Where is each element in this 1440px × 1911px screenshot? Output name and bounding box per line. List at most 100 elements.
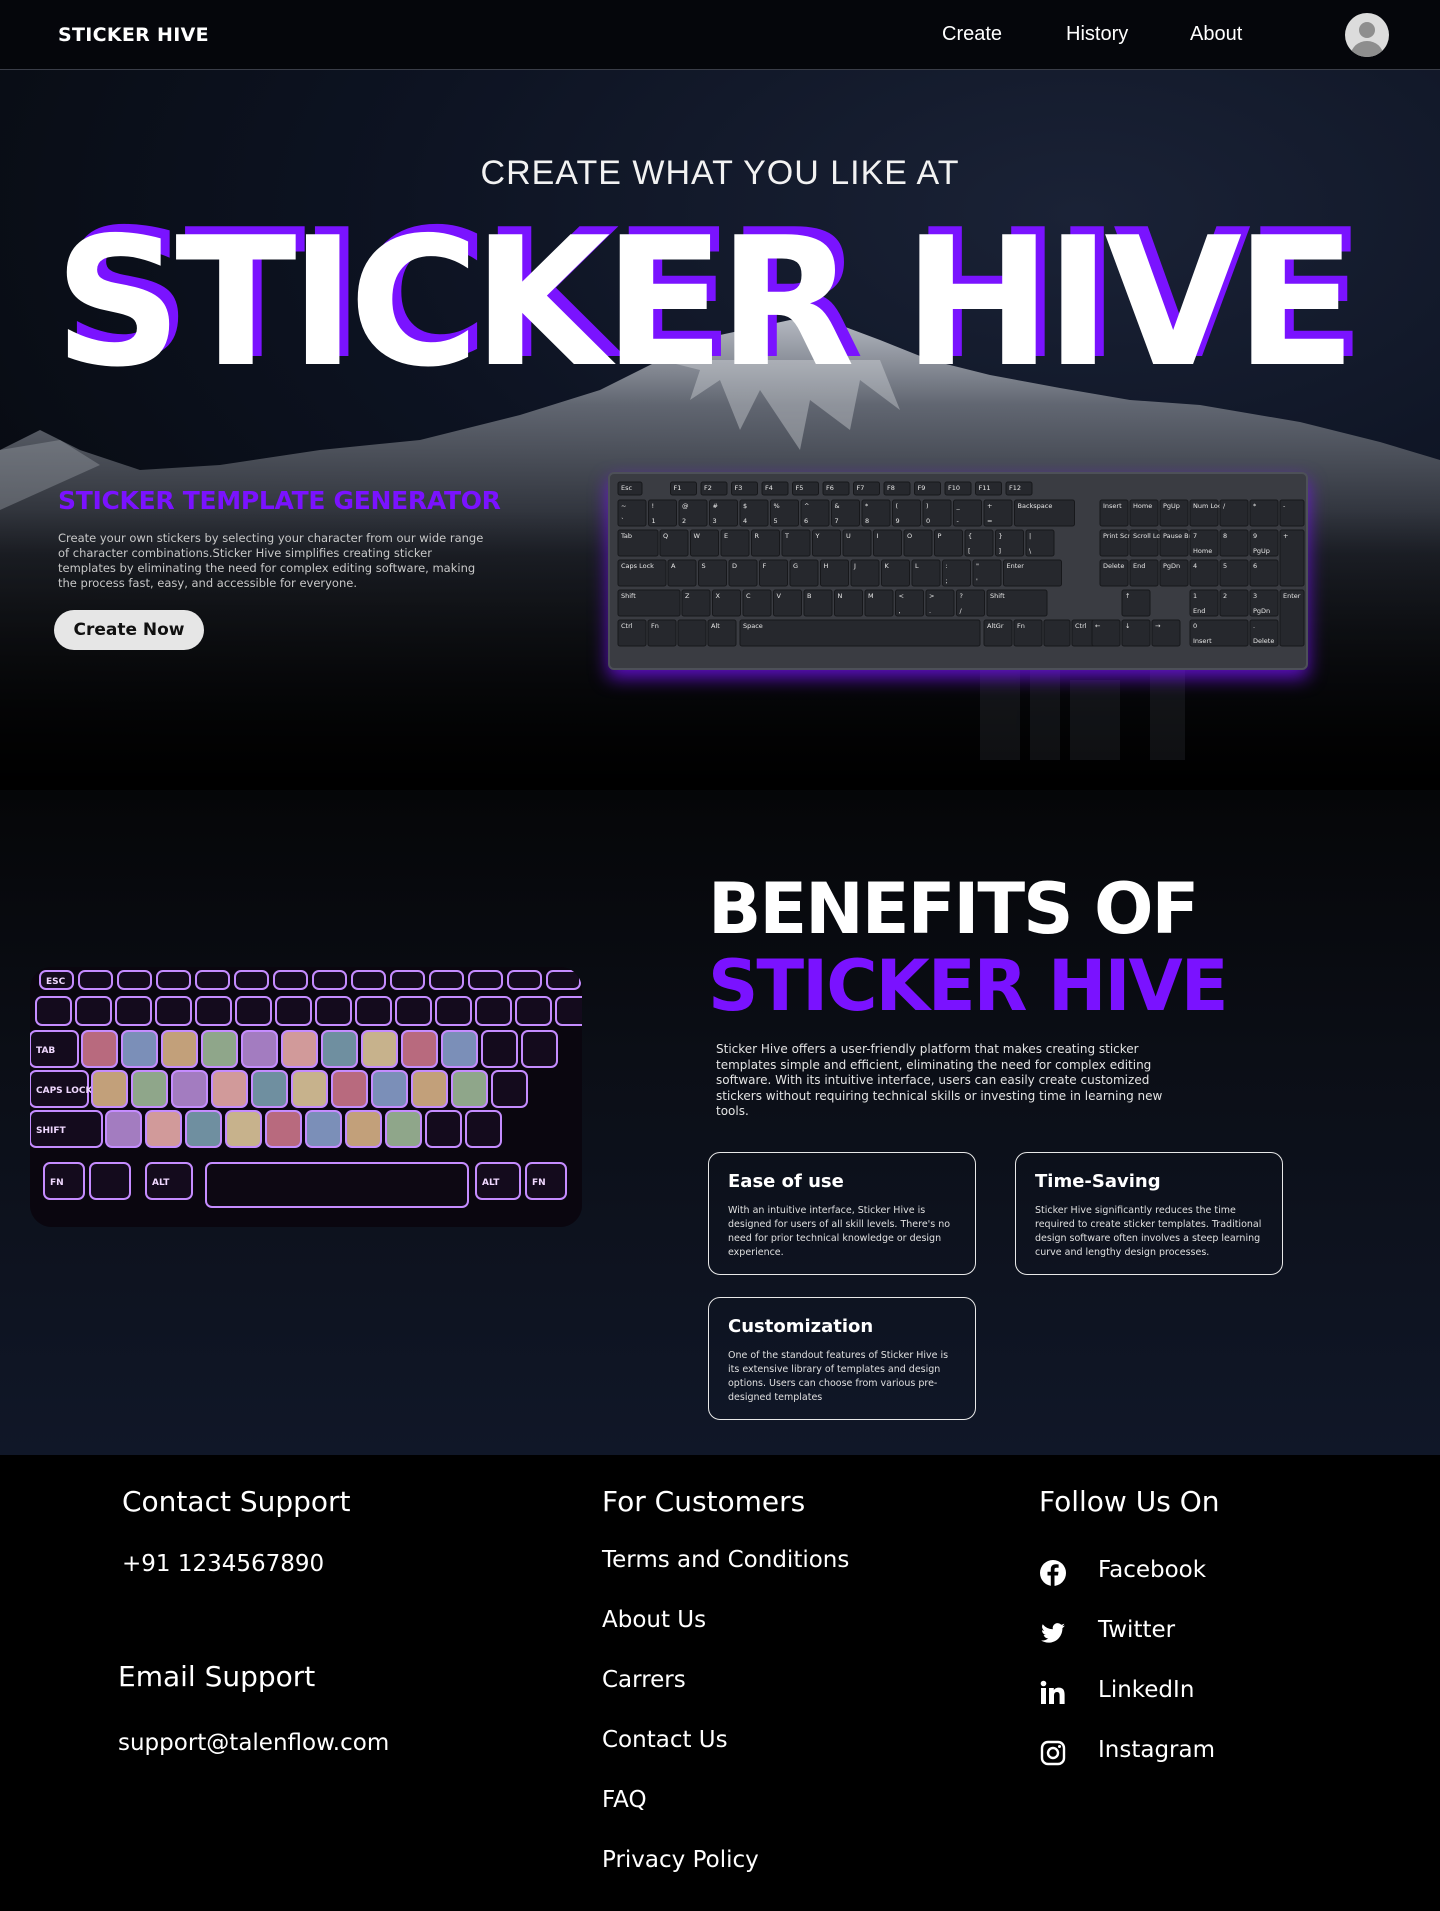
nav-link-create[interactable]: Create bbox=[942, 23, 1002, 46]
svg-text:Fn: Fn bbox=[1017, 622, 1025, 630]
keyboard-key: AltGr bbox=[983, 619, 1013, 647]
keyboard-key: 2 bbox=[1219, 589, 1249, 617]
footer-link-careers[interactable]: Carrers bbox=[602, 1667, 686, 1693]
backlit-key bbox=[115, 996, 152, 1026]
backlit-key bbox=[507, 970, 542, 990]
svg-text:FN: FN bbox=[50, 1178, 64, 1188]
svg-text:G: G bbox=[793, 562, 798, 570]
backlit-key bbox=[361, 1030, 398, 1068]
keyboard-key: <, bbox=[895, 589, 924, 617]
backlit-key bbox=[117, 970, 152, 990]
create-now-button[interactable]: Create Now bbox=[54, 610, 204, 650]
keyboard-key: Shift bbox=[986, 589, 1048, 617]
svg-text:Fn: Fn bbox=[651, 622, 659, 630]
backlit-key bbox=[155, 996, 192, 1026]
svg-text:Ctrl: Ctrl bbox=[621, 622, 633, 630]
facebook-icon bbox=[1040, 1560, 1066, 1586]
backlit-key bbox=[555, 996, 582, 1026]
footer: Contact Support +91 1234567890 Email Sup… bbox=[0, 1455, 1440, 1911]
svg-text:Enter: Enter bbox=[1007, 562, 1025, 570]
svg-text:→: → bbox=[1155, 622, 1161, 630]
social-label: Instagram bbox=[1098, 1737, 1216, 1763]
keyboard-key: 7 Home bbox=[1189, 529, 1219, 557]
instagram-icon bbox=[1040, 1740, 1066, 1766]
svg-text:Enter: Enter bbox=[1283, 592, 1301, 600]
svg-text:F6: F6 bbox=[826, 484, 834, 492]
benefits-description: Sticker Hive offers a user-friendly plat… bbox=[716, 1042, 1163, 1118]
svg-text:Alt: Alt bbox=[711, 622, 720, 630]
footer-link-about-us[interactable]: About Us bbox=[602, 1607, 706, 1633]
keyboard-key: F12 bbox=[1005, 481, 1033, 496]
backlit-key bbox=[131, 1070, 168, 1108]
keyboard-key: {[ bbox=[964, 529, 994, 557]
svg-text:B: B bbox=[807, 592, 811, 600]
backlit-key bbox=[435, 996, 472, 1026]
keyboard-key: Fn bbox=[647, 619, 677, 647]
support-phone[interactable]: +91 1234567890 bbox=[122, 1551, 324, 1577]
backlit-key bbox=[201, 1030, 238, 1068]
keyboard-key: Delete bbox=[1099, 559, 1129, 587]
svg-text::: : bbox=[946, 562, 948, 570]
nav-link-history[interactable]: History bbox=[1066, 23, 1128, 46]
keyboard-key: PgDn bbox=[1159, 559, 1189, 587]
keyboard-key: U bbox=[842, 529, 872, 557]
backlit-key bbox=[441, 1030, 478, 1068]
backlit-key bbox=[161, 1030, 198, 1068]
benefit-card-customization: Customization One of the standout featur… bbox=[708, 1297, 976, 1420]
keyboard-key: Enter bbox=[1279, 589, 1305, 647]
backlit-key bbox=[345, 1110, 382, 1148]
backlit-key bbox=[89, 1162, 131, 1200]
svg-text:F8: F8 bbox=[887, 484, 895, 492]
footer-link-privacy-policy[interactable]: Privacy Policy bbox=[602, 1847, 759, 1873]
keyboard-key: !1 bbox=[648, 499, 677, 527]
keyboard-key: D bbox=[728, 559, 758, 587]
benefit-card-time-saving: Time-Saving Sticker Hive significantly r… bbox=[1015, 1152, 1283, 1275]
keyboard-key: H bbox=[820, 559, 849, 587]
keyboard-key: *8 bbox=[861, 499, 891, 527]
keyboard-key: #3 bbox=[709, 499, 738, 527]
svg-text:F10: F10 bbox=[948, 484, 960, 492]
keyboard-key: K bbox=[881, 559, 910, 587]
svg-text:Q: Q bbox=[663, 532, 668, 540]
svg-text:F5: F5 bbox=[796, 484, 804, 492]
backlit-key bbox=[185, 1110, 222, 1148]
nav-link-about[interactable]: About bbox=[1190, 23, 1242, 46]
support-email[interactable]: support@talenflow.com bbox=[118, 1730, 389, 1756]
svg-text:2: 2 bbox=[1223, 592, 1227, 600]
svg-text:End: End bbox=[1193, 607, 1205, 615]
footer-link-faq[interactable]: FAQ bbox=[602, 1787, 647, 1813]
keyboard-key: F7 bbox=[853, 481, 880, 496]
backlit-key: SHIFT bbox=[30, 1110, 103, 1148]
svg-text:R: R bbox=[755, 532, 760, 540]
backlit-key bbox=[235, 996, 272, 1026]
user-avatar-icon[interactable] bbox=[1345, 13, 1389, 57]
backlit-key bbox=[331, 1070, 368, 1108]
svg-text:C: C bbox=[746, 592, 751, 600]
keyboard-key: O bbox=[903, 529, 933, 557]
backlit-key bbox=[105, 1110, 142, 1148]
svg-text:F4: F4 bbox=[765, 484, 773, 492]
keyboard-key: Ctrl bbox=[617, 619, 647, 647]
svg-text:{: { bbox=[968, 532, 972, 540]
svg-text:Home: Home bbox=[1133, 502, 1152, 510]
keyboard-key: I bbox=[873, 529, 902, 557]
keyboard-key: V bbox=[773, 589, 802, 617]
backlit-key bbox=[481, 1030, 518, 1068]
card-text: Sticker Hive significantly reduces the t… bbox=[1035, 1205, 1262, 1258]
svg-text:F: F bbox=[763, 562, 767, 570]
keyboard-key: Q bbox=[659, 529, 689, 557]
keyboard-key: F3 bbox=[731, 481, 758, 496]
backlit-key bbox=[475, 996, 512, 1026]
keyboard-key: - bbox=[1279, 499, 1305, 527]
footer-link-contact-us[interactable]: Contact Us bbox=[602, 1727, 728, 1753]
site-logo[interactable]: STICKER HIVE bbox=[58, 24, 209, 46]
keyboard-key: )0 bbox=[922, 499, 952, 527]
keyboard-key: / bbox=[1219, 499, 1249, 527]
backlit-key bbox=[390, 970, 425, 990]
svg-text:↑: ↑ bbox=[1125, 592, 1130, 600]
footer-link-terms[interactable]: Terms and Conditions bbox=[602, 1547, 849, 1573]
backlit-key bbox=[251, 1070, 288, 1108]
svg-text:H: H bbox=[824, 562, 829, 570]
keyboard-key: Z bbox=[681, 589, 711, 617]
keyboard-key: Enter bbox=[1003, 559, 1062, 587]
